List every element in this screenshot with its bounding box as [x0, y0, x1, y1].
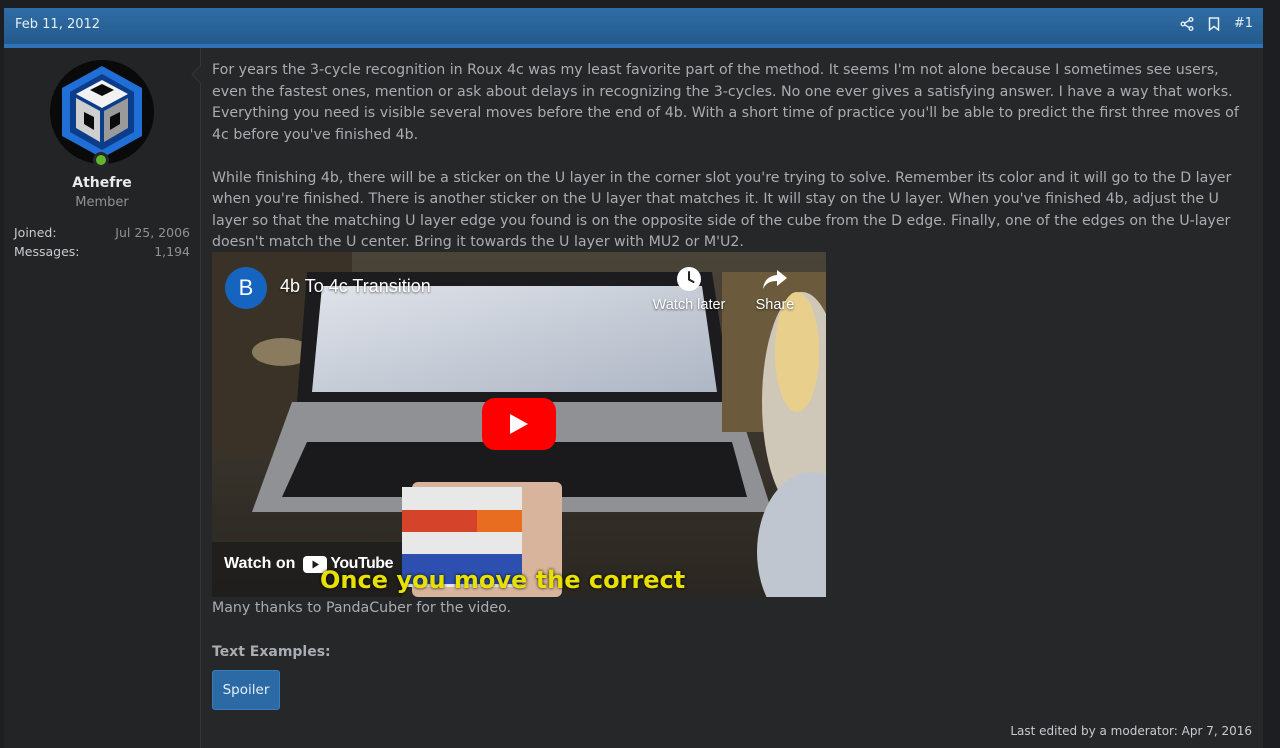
- play-button[interactable]: [482, 398, 556, 450]
- avatar[interactable]: [50, 60, 154, 164]
- stat-label: Joined:: [14, 225, 57, 240]
- user-sidebar: Athefre Member Joined: Jul 25, 2006 Mess…: [4, 48, 201, 748]
- post-actions: #1: [1180, 16, 1253, 31]
- post-body: For years the 3-cycle recognition in Rou…: [212, 60, 1254, 254]
- paragraph: For years the 3-cycle recognition in Rou…: [212, 62, 1239, 143]
- play-icon: [510, 414, 528, 434]
- share-icon[interactable]: [1180, 16, 1194, 31]
- clock-icon: [677, 267, 701, 291]
- user-title: Member: [75, 195, 129, 210]
- share-label: Share: [755, 297, 795, 313]
- watch-later-label: Watch later: [652, 297, 726, 313]
- bookmark-icon[interactable]: [1208, 16, 1220, 31]
- video-subtitle: Once you move the correct: [320, 566, 686, 594]
- stat-joined: Joined: Jul 25, 2006: [14, 225, 190, 240]
- post-number[interactable]: #1: [1234, 16, 1253, 31]
- share-video-button[interactable]: Share: [745, 266, 805, 313]
- watch-on-label: Watch on: [224, 555, 296, 572]
- video-title[interactable]: 4b To 4c Transition: [280, 276, 431, 297]
- watch-later-button[interactable]: Watch later: [649, 266, 729, 313]
- forum-post: Feb 11, 2012 #1 Athefre Member Joined: J…: [4, 8, 1263, 748]
- paragraph: While finishing 4b, there will be a stic…: [212, 169, 1232, 251]
- channel-avatar[interactable]: B: [225, 267, 267, 309]
- username[interactable]: Athefre: [4, 175, 200, 191]
- text-examples-heading: Text Examples:: [212, 644, 331, 660]
- stat-value: 1,194: [154, 244, 190, 259]
- last-edited-note: Last edited by a moderator: Apr 7, 2016: [1010, 724, 1252, 738]
- post-header: Feb 11, 2012 #1: [4, 8, 1263, 48]
- stat-value: Jul 25, 2006: [115, 225, 190, 240]
- post-date[interactable]: Feb 11, 2012: [15, 17, 100, 32]
- stat-messages: Messages: 1,194: [14, 244, 190, 259]
- youtube-embed[interactable]: B 4b To 4c Transition Watch later Share …: [212, 252, 826, 597]
- spoiler-button[interactable]: Spoiler: [212, 670, 280, 710]
- thanks-text: Many thanks to PandaCuber for the video.: [212, 600, 512, 616]
- online-status-icon: [93, 152, 109, 168]
- stat-label: Messages:: [14, 244, 80, 259]
- share-arrow-icon: [763, 270, 787, 289]
